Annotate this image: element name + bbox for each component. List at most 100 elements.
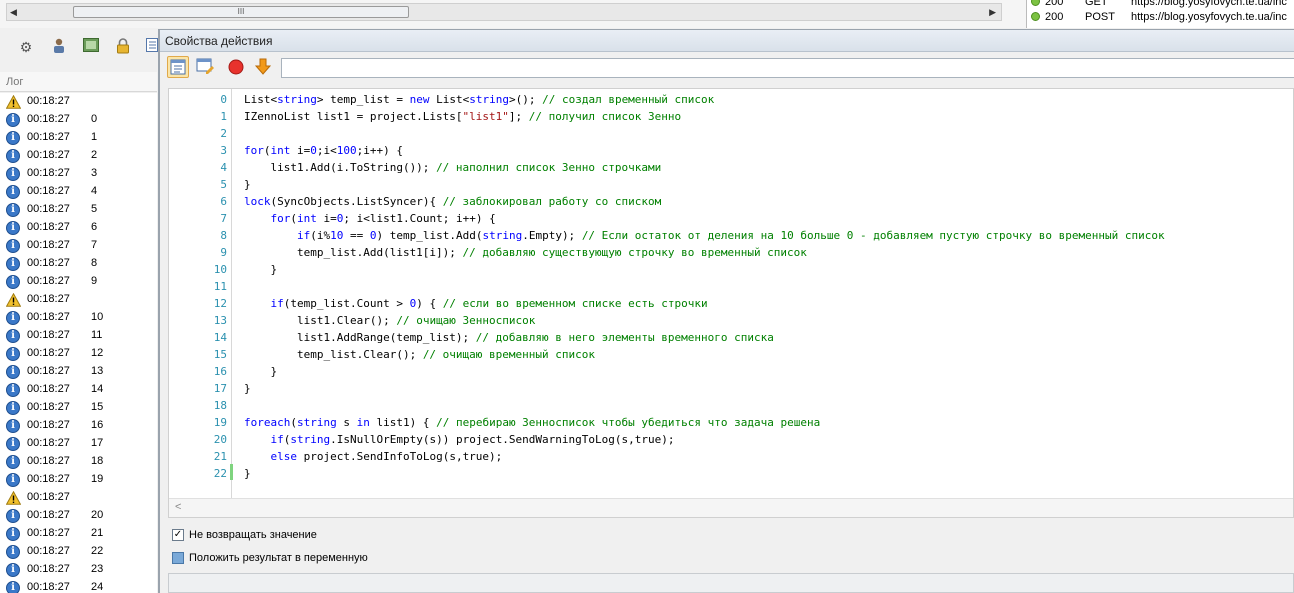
log-row[interactable]: i 00:18:27 18 xyxy=(0,453,157,471)
horizontal-scrollbar[interactable]: ◀ III ▶ xyxy=(6,3,1002,21)
code-line[interactable]: 5} xyxy=(169,176,1289,193)
log-row[interactable]: i 00:18:27 7 xyxy=(0,237,157,255)
log-time: 00:18:27 xyxy=(27,131,70,143)
code-line[interactable]: 10 } xyxy=(169,261,1289,278)
code-line[interactable]: 13 list1.Clear(); // очищаю Зенносписок xyxy=(169,312,1289,329)
log-row[interactable]: 00:18:27 xyxy=(0,93,157,111)
variable-selector[interactable] xyxy=(168,573,1294,593)
code-line[interactable]: 8 if(i%10 == 0) temp_list.Add(string.Emp… xyxy=(169,227,1289,244)
code-line[interactable]: 12 if(temp_list.Count > 0) { // если во … xyxy=(169,295,1289,312)
log-row[interactable]: i 00:18:27 3 xyxy=(0,165,157,183)
log-row[interactable]: i 00:18:27 4 xyxy=(0,183,157,201)
code-line[interactable]: 18 xyxy=(169,397,1289,414)
request-status-code: 200 xyxy=(1045,11,1064,23)
code-view-icon xyxy=(170,59,186,75)
log-row[interactable]: i 00:18:27 9 xyxy=(0,273,157,291)
log-message: 22 xyxy=(91,545,104,557)
line-number: 10 xyxy=(213,263,227,276)
request-row[interactable]: 200 POST https://blog.yosyfovych.te.ua/i… xyxy=(1031,11,1287,25)
code-line[interactable]: 6 lock(SyncObjects.ListSyncer){ // заблок… xyxy=(169,193,1289,210)
no-return-value-checkbox[interactable]: ✓ xyxy=(172,529,184,541)
log-row[interactable]: i 00:18:27 22 xyxy=(0,543,157,561)
log-row[interactable]: i 00:18:27 6 xyxy=(0,219,157,237)
log-message: 13 xyxy=(91,365,104,377)
log-row[interactable]: i 00:18:27 21 xyxy=(0,525,157,543)
log-row[interactable]: i 00:18:27 11 xyxy=(0,327,157,345)
code-view-button[interactable] xyxy=(167,56,189,78)
log-row[interactable]: i 00:18:27 10 xyxy=(0,309,157,327)
log-row[interactable]: i 00:18:27 19 xyxy=(0,471,157,489)
code-line[interactable]: 3 for(int i=0;i<100;i++) { xyxy=(169,142,1289,159)
code-line[interactable]: 14 list1.AddRange(temp_list); // добавля… xyxy=(169,329,1289,346)
scroll-left-arrow-icon[interactable]: < xyxy=(175,501,181,513)
code-line[interactable]: 19 foreach(string s in list1) { // переби… xyxy=(169,414,1289,431)
code-line[interactable]: 9 temp_list.Add(list1[i]); // добавляю с… xyxy=(169,244,1289,261)
code-line[interactable]: 1 IZennoList list1 = project.Lists["list1… xyxy=(169,108,1289,125)
info-icon: i xyxy=(6,311,20,325)
code-line[interactable]: 15 temp_list.Clear(); // очищаю временны… xyxy=(169,346,1289,363)
code-line[interactable]: 16 } xyxy=(169,363,1289,380)
log-time: 00:18:27 xyxy=(27,509,70,521)
log-message: 21 xyxy=(91,527,104,539)
log-message: 14 xyxy=(91,383,104,395)
scrollbar-thumb[interactable]: III xyxy=(73,6,409,18)
code-text: } xyxy=(244,178,251,191)
log-row[interactable]: i 00:18:27 0 xyxy=(0,111,157,129)
log-row[interactable]: i 00:18:27 12 xyxy=(0,345,157,363)
gear-icon[interactable]: ⚙ xyxy=(17,38,35,56)
code-line[interactable]: 17} xyxy=(169,380,1289,397)
log-time: 00:18:27 xyxy=(27,293,70,305)
log-row[interactable]: i 00:18:27 23 xyxy=(0,561,157,579)
user-icon[interactable] xyxy=(50,38,68,56)
log-row[interactable]: i 00:18:27 16 xyxy=(0,417,157,435)
code-line[interactable]: 20 if(string.IsNullOrEmpty(s)) project.S… xyxy=(169,431,1289,448)
scroll-left-arrow-icon[interactable]: ◀ xyxy=(10,7,17,18)
log-row[interactable]: i 00:18:27 20 xyxy=(0,507,157,525)
code-line[interactable]: 7 for(int i=0; i<list1.Count; i++) { xyxy=(169,210,1289,227)
log-time: 00:18:27 xyxy=(27,347,70,359)
log-time: 00:18:27 xyxy=(27,257,70,269)
lock-icon[interactable] xyxy=(114,38,132,56)
line-number: 15 xyxy=(213,348,227,361)
code-editor[interactable]: < 0 List<string> temp_list = new List<str… xyxy=(168,88,1294,518)
log-row[interactable]: i 00:18:27 8 xyxy=(0,255,157,273)
code-line[interactable]: 21 else project.SendInfoToLog(s,true); xyxy=(169,448,1289,465)
log-row[interactable]: i 00:18:27 24 xyxy=(0,579,157,593)
list-icon[interactable] xyxy=(146,38,158,56)
save-to-variable-checkbox[interactable] xyxy=(172,552,184,564)
log-row[interactable]: i 00:18:27 15 xyxy=(0,399,157,417)
log-row[interactable]: i 00:18:27 2 xyxy=(0,147,157,165)
download-arrow-button[interactable] xyxy=(253,56,275,78)
code-line[interactable]: 4 list1.Add(i.ToString()); // наполнил с… xyxy=(169,159,1289,176)
log-list[interactable]: 00:18:27 i 00:18:27 0 i 00:18:27 1 i 00:18:27 2 i 0… xyxy=(0,93,157,593)
code-line[interactable]: 22} xyxy=(169,465,1289,482)
info-icon: i xyxy=(6,419,20,433)
log-message: 20 xyxy=(91,509,104,521)
request-row[interactable]: 200 GET https://blog.yosyfovych.te.ua/in… xyxy=(1031,0,1287,10)
scroll-right-arrow-icon[interactable]: ▶ xyxy=(989,7,996,18)
log-message: 7 xyxy=(91,239,98,251)
log-row[interactable]: 00:18:27 xyxy=(0,489,157,507)
code-line[interactable]: 11 xyxy=(169,278,1289,295)
breakpoint-button[interactable] xyxy=(226,56,248,78)
top-strip: ◀ III ▶ 200 GET https://blog.yosyfovych.… xyxy=(0,0,1294,28)
editor-horizontal-scrollbar[interactable]: < xyxy=(169,498,1293,517)
code-line[interactable]: 2 xyxy=(169,125,1289,142)
code-text: for(int i=0; i<list1.Count; i++) { xyxy=(270,212,496,225)
action-comment-input[interactable] xyxy=(281,58,1294,78)
log-row[interactable]: i 00:18:27 1 xyxy=(0,129,157,147)
line-number: 7 xyxy=(220,212,227,225)
log-row[interactable]: i 00:18:27 17 xyxy=(0,435,157,453)
code-text: temp_list.Add(list1[i]); // добавляю сущ… xyxy=(244,246,807,259)
log-row[interactable]: 00:18:27 xyxy=(0,291,157,309)
dialog-title: Свойства действия xyxy=(160,30,1294,52)
edit-properties-button[interactable] xyxy=(195,56,217,78)
line-number: 20 xyxy=(213,433,227,446)
log-row[interactable]: i 00:18:27 13 xyxy=(0,363,157,381)
log-row[interactable]: i 00:18:27 5 xyxy=(0,201,157,219)
line-number: 18 xyxy=(213,399,227,412)
image-icon[interactable] xyxy=(82,38,100,56)
code-line[interactable]: 0 List<string> temp_list = new List<strin… xyxy=(169,91,1289,108)
log-row[interactable]: i 00:18:27 14 xyxy=(0,381,157,399)
log-time: 00:18:27 xyxy=(27,581,70,593)
